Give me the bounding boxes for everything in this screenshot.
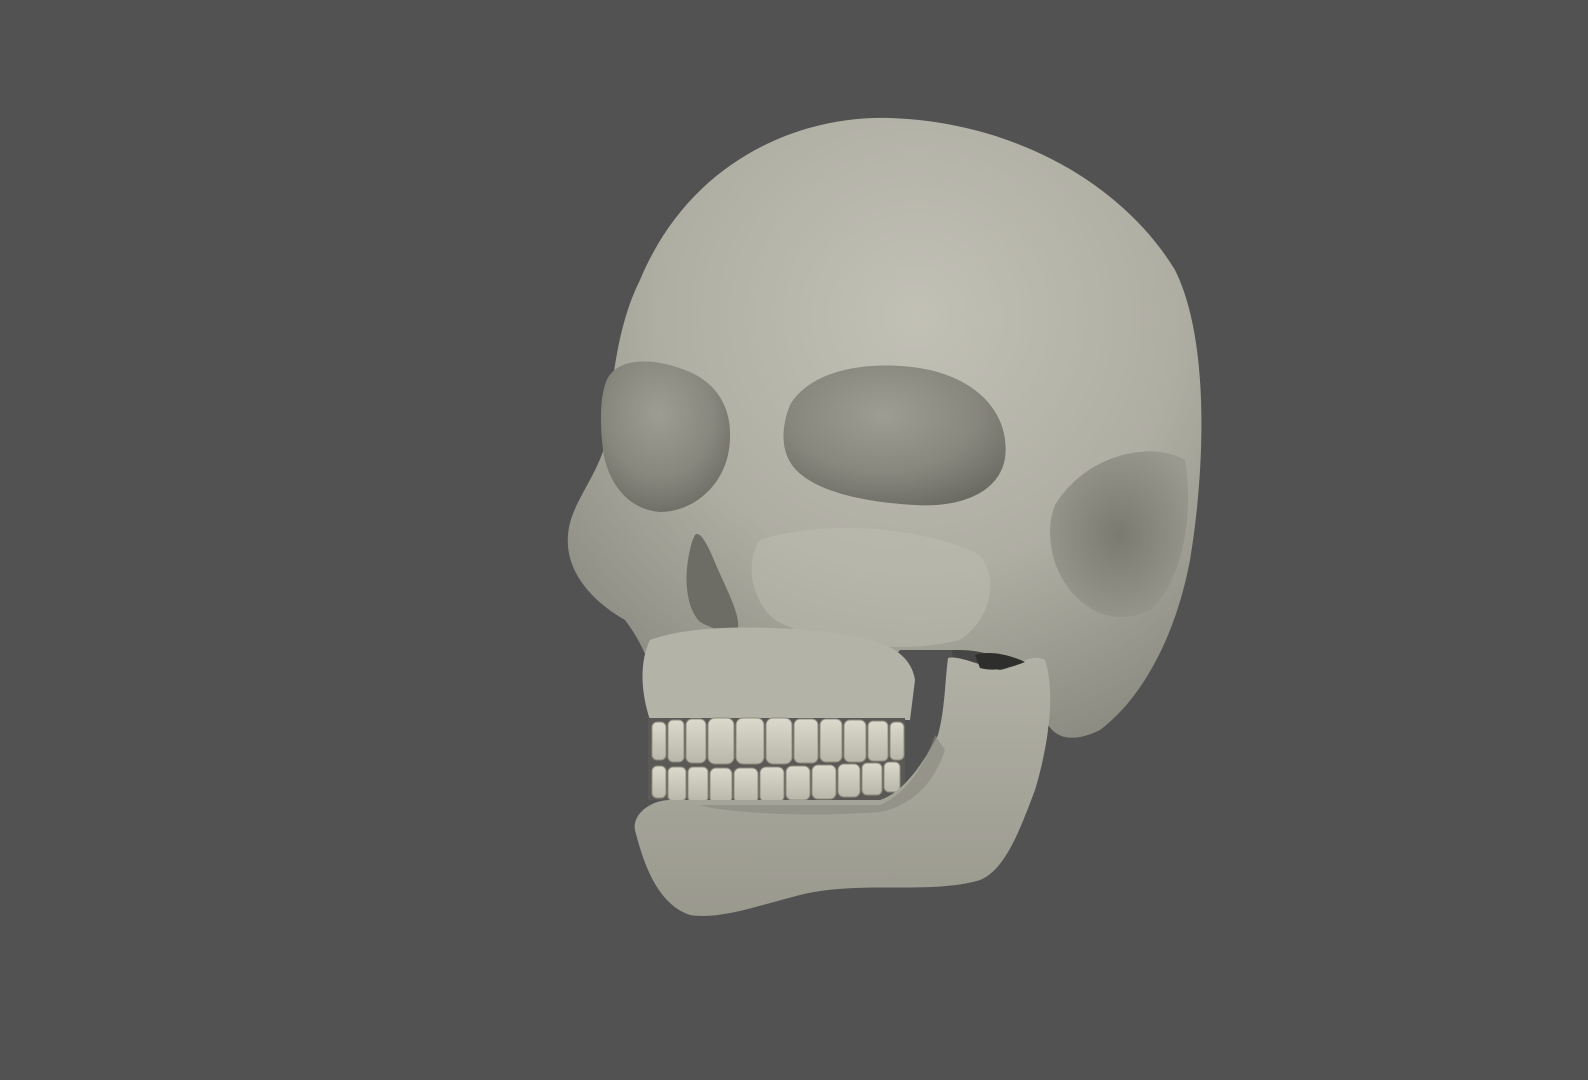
lower-tooth [861, 762, 883, 796]
upper-tooth [867, 720, 889, 762]
upper-tooth [667, 719, 685, 763]
maxilla [642, 627, 915, 720]
lower-tooth [733, 767, 759, 804]
upper-tooth [765, 717, 793, 765]
upper-tooth [651, 721, 667, 761]
lower-tooth [687, 766, 709, 803]
lower-tooth [785, 765, 811, 801]
upper-tooth [707, 717, 735, 765]
upper-tooth [735, 717, 765, 765]
upper-teeth [651, 717, 905, 765]
render-viewport [0, 0, 1588, 1080]
lower-tooth [837, 763, 861, 798]
lower-tooth [883, 761, 901, 793]
upper-tooth [843, 719, 867, 763]
lower-tooth [667, 766, 687, 802]
skull-render [567, 117, 1202, 916]
lower-tooth [811, 764, 837, 800]
upper-tooth [819, 718, 843, 763]
upper-tooth [685, 718, 707, 764]
upper-tooth [889, 721, 905, 761]
lower-tooth [759, 766, 785, 803]
upper-tooth [793, 718, 819, 764]
lower-tooth [651, 765, 667, 799]
lower-tooth [709, 767, 733, 804]
